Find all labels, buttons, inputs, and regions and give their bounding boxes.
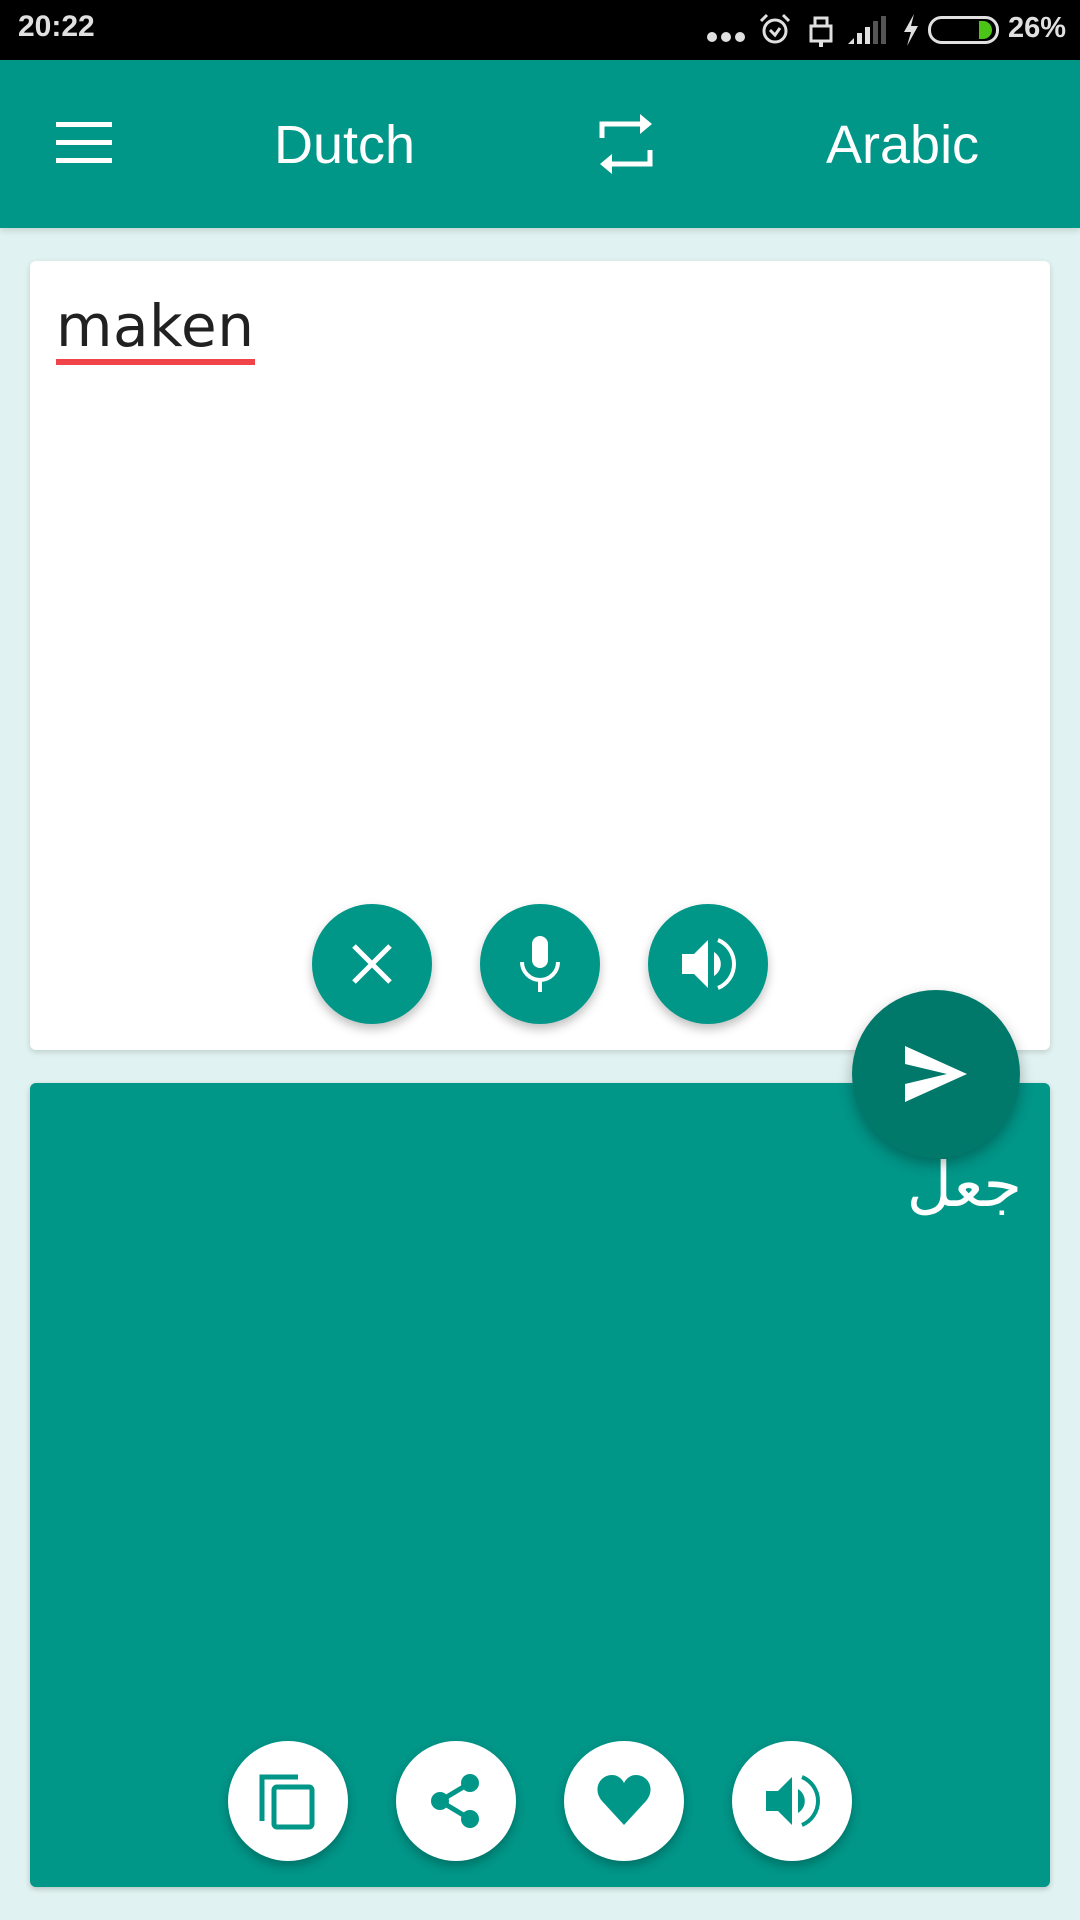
source-text-card: maken	[30, 261, 1050, 1050]
charging-icon	[904, 14, 918, 46]
signal-icon	[848, 16, 886, 44]
speak-translation-button[interactable]	[732, 1741, 852, 1861]
microphone-icon	[520, 936, 560, 992]
voice-input-button[interactable]	[480, 904, 600, 1024]
clear-button[interactable]	[312, 904, 432, 1024]
copy-icon	[259, 1774, 315, 1830]
menu-button[interactable]	[44, 108, 124, 180]
heart-icon	[597, 1775, 651, 1825]
more-dots-icon	[707, 32, 745, 42]
hamburger-menu-icon	[56, 122, 112, 163]
swap-languages-button[interactable]	[590, 104, 662, 184]
translation-card: جعل	[30, 1083, 1050, 1887]
send-icon	[905, 1046, 967, 1102]
battery-percent: 26%	[1008, 12, 1067, 44]
favorite-button[interactable]	[564, 1741, 684, 1861]
speaker-icon	[766, 1775, 820, 1827]
swap-languages-icon	[599, 114, 653, 174]
source-text-input[interactable]: maken	[56, 297, 255, 365]
alarm-icon	[759, 13, 791, 44]
copy-button[interactable]	[228, 1741, 348, 1861]
usb-icon	[809, 16, 833, 47]
source-language-selector[interactable]: Dutch	[274, 114, 415, 176]
close-icon	[352, 944, 392, 984]
translate-button[interactable]	[852, 990, 1020, 1158]
speak-source-button[interactable]	[648, 904, 768, 1024]
speaker-icon	[682, 938, 736, 990]
share-button[interactable]	[396, 1741, 516, 1861]
share-icon	[431, 1774, 479, 1828]
status-time: 20:22	[18, 10, 95, 43]
target-language-selector[interactable]: Arabic	[826, 114, 979, 176]
app-toolbar: Dutch Arabic	[0, 60, 1080, 228]
status-bar: 20:22 26%	[0, 0, 1080, 60]
battery-icon	[928, 16, 999, 44]
translated-text: جعل	[906, 1148, 1022, 1221]
